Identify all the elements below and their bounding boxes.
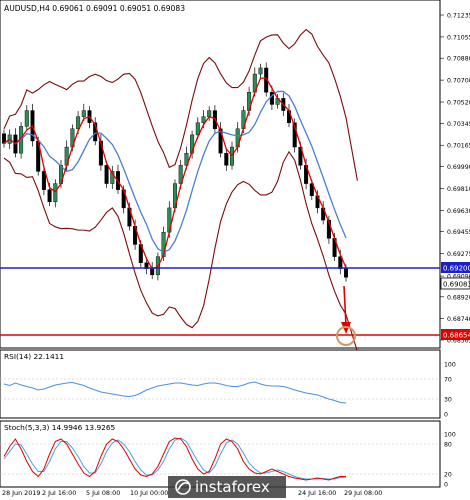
time-axis-label: 29 Jul 08:00: [344, 489, 382, 497]
candle-body: [224, 152, 229, 166]
price-tick-label: 0.69630: [447, 208, 470, 215]
price-tick-label: 0.71055: [447, 34, 470, 41]
symbol-header: AUDUSD,H4 0.69061 0.69091 0.69051 0.6908…: [4, 4, 185, 13]
price-y-axis: 0.71235 0.71055 0.70880 0.70700 0.70520 0.703…: [440, 13, 470, 345]
candle-body: [229, 146, 234, 166]
candle-body: [104, 165, 109, 184]
stoch-tick-label: 20: [444, 472, 452, 479]
time-axis-label: 5 Jul 08:00: [86, 489, 120, 497]
rsi-tick-label: 100: [444, 362, 456, 369]
price-tick-label: 0.68740: [447, 316, 470, 323]
price-tick-label: 0.70700: [447, 78, 470, 85]
candle-body: [150, 268, 155, 276]
time-axis-label: 28 Jun 2019: [2, 489, 40, 497]
stoch-y-axis: 100 80 20 0: [444, 432, 456, 489]
stoch-tick-label: 80: [444, 442, 452, 449]
candle-body: [344, 268, 349, 278]
stoch-tick-label: 100: [444, 432, 456, 439]
price-tick-label: 0.69455: [447, 229, 470, 236]
time-axis-label: 10 Jul 00:00: [130, 489, 168, 497]
watermark: instaforex: [168, 476, 286, 498]
current-price-tag-text: 0.69083: [443, 281, 470, 289]
price-tick-label: 0.69275: [447, 251, 470, 258]
stoch-label: Stoch(5,3,3) 14.9946 13.9265: [4, 423, 116, 432]
price-tick-label: 0.69810: [447, 186, 470, 193]
price-panel: [0, 0, 441, 349]
trading-chart: AUDUSD,H4 0.69061 0.69091 0.69051 0.6908…: [0, 0, 470, 498]
price-tick-label: 0.70520: [447, 100, 470, 107]
price-tick-label: 0.68920: [447, 294, 470, 301]
candle-body: [24, 110, 29, 127]
candle-body: [81, 110, 86, 117]
rsi-tick-label: 30: [444, 397, 452, 404]
candle-body: [258, 67, 263, 75]
candle-body: [47, 189, 52, 203]
price-tick-label: 0.70165: [447, 143, 470, 150]
candle-body: [53, 183, 58, 203]
blue-level-tag-text: 0.69200: [443, 265, 470, 273]
rsi-y-axis: 100 70 30 0: [444, 362, 456, 419]
time-axis-label: 24 Jul 16:00: [298, 489, 336, 497]
candle-body: [201, 116, 206, 123]
stoch-tick-label: 0: [444, 482, 448, 489]
time-axis-label: 2 Jul 16:00: [42, 489, 76, 497]
red-level-tag-text: 0.68654: [443, 332, 470, 340]
rsi-label: RSI(14) 22.1411: [4, 352, 64, 361]
watermark-text: instaforex: [195, 478, 270, 496]
rsi-tick-label: 0: [444, 412, 448, 419]
price-tick-label: 0.70345: [447, 121, 470, 128]
price-tick-label: 0.69990: [447, 164, 470, 171]
price-tick-label: 0.70880: [447, 56, 470, 63]
rsi-tick-label: 70: [444, 377, 452, 384]
price-tick-label: 0.71235: [447, 13, 470, 20]
candle-body: [207, 110, 212, 117]
